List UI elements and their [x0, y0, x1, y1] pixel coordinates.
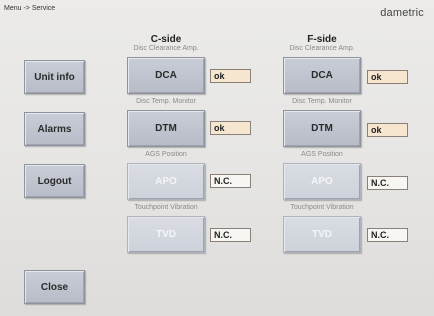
c-side-title: C-side: [150, 34, 182, 45]
f-dtm-status: ok: [367, 123, 408, 137]
c-dtm-caption: Disc Temp. Monitor: [136, 98, 196, 105]
c-dtm-button[interactable]: DTM: [127, 110, 205, 147]
c-dca-caption: Disc Clearance Amp.: [133, 45, 199, 52]
f-tvd-status: N.C.: [367, 228, 408, 242]
c-apo-button[interactable]: APO: [127, 163, 205, 200]
c-dca-status: ok: [210, 69, 251, 83]
f-apo-caption: AGS Position: [301, 151, 343, 158]
f-tvd-caption: Touchpoint Vibration: [290, 204, 354, 211]
brand-logo: dametric: [380, 7, 424, 19]
c-apo-status: N.C.: [210, 174, 251, 188]
f-dca-status: ok: [367, 70, 408, 84]
c-tvd-status: N.C.: [210, 228, 251, 242]
f-tvd-button[interactable]: TVD: [283, 216, 361, 253]
f-apo-button[interactable]: APO: [283, 163, 361, 200]
c-tvd-caption: Touchpoint Vibration: [134, 204, 198, 211]
breadcrumb: Menu -> Service: [4, 5, 56, 12]
alarms-button[interactable]: Alarms: [24, 112, 85, 146]
f-dca-caption: Disc Clearance Amp.: [289, 45, 355, 52]
c-dtm-status: ok: [210, 121, 251, 135]
logout-button[interactable]: Logout: [24, 164, 85, 198]
c-dca-button[interactable]: DCA: [127, 57, 205, 94]
close-button[interactable]: Close: [24, 270, 85, 304]
f-dtm-caption: Disc Temp. Monitor: [292, 98, 352, 105]
unit-info-button[interactable]: Unit info: [24, 60, 85, 94]
f-dtm-button[interactable]: DTM: [283, 110, 361, 147]
c-tvd-button[interactable]: TVD: [127, 216, 205, 253]
f-dca-button[interactable]: DCA: [283, 57, 361, 94]
f-side-title: F-side: [307, 34, 337, 45]
c-apo-caption: AGS Position: [145, 151, 187, 158]
f-apo-status: N.C.: [367, 176, 408, 190]
service-screen: Menu -> Service dametric Unit info Alarm…: [0, 0, 434, 316]
